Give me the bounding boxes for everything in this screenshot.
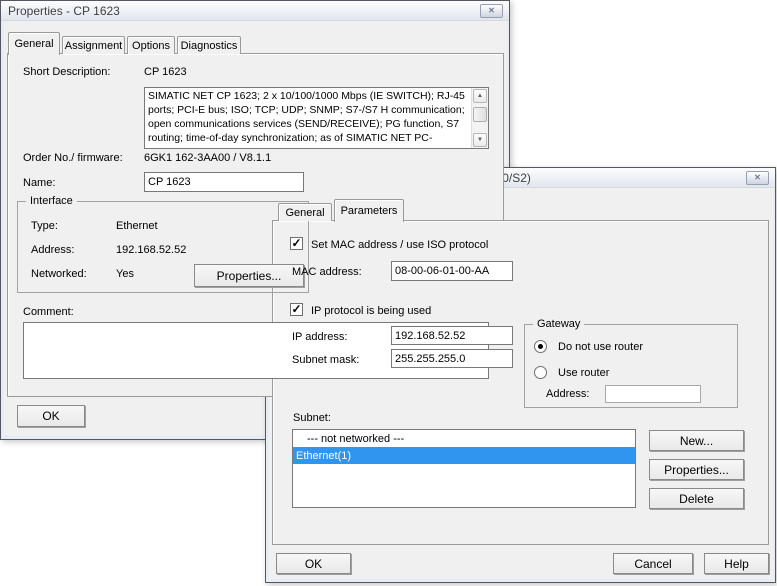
interface-type-value: Ethernet bbox=[116, 220, 158, 232]
subnet-mask-input[interactable]: 255.255.255.0 bbox=[391, 349, 513, 368]
tab-options[interactable]: Options bbox=[127, 36, 175, 54]
short-description-value: CP 1623 bbox=[144, 66, 187, 78]
tab-general[interactable]: General bbox=[278, 203, 332, 221]
comment-label: Comment: bbox=[23, 306, 74, 318]
mac-address-input[interactable]: 08-00-06-01-00-AA bbox=[391, 261, 513, 281]
order-label: Order No./ firmware: bbox=[23, 152, 123, 164]
order-value: 6GK1 162-3AA00 / V8.1.1 bbox=[144, 152, 271, 164]
tab-diagnostics[interactable]: Diagnostics bbox=[177, 36, 241, 54]
set-mac-checkbox[interactable]: ✓ bbox=[290, 237, 303, 250]
ip-protocol-checkbox[interactable]: ✓ bbox=[290, 303, 303, 316]
ok-button[interactable]: OK bbox=[17, 405, 85, 427]
interface-networked-value: Yes bbox=[116, 268, 134, 280]
set-mac-checkbox-label: Set MAC address / use ISO protocol bbox=[311, 239, 488, 251]
subnet-label: Subnet: bbox=[293, 412, 331, 424]
desktop: Properties - CP 1623 ✕ General Assignmen… bbox=[0, 0, 777, 586]
description-box[interactable]: SIMATIC NET CP 1623; 2 x 10/100/1000 Mbp… bbox=[144, 87, 489, 149]
tab-assignment[interactable]: Assignment bbox=[62, 36, 125, 54]
interface-address-value: 192.168.52.52 bbox=[116, 244, 186, 256]
new-button[interactable]: New... bbox=[649, 430, 744, 451]
cancel-button[interactable]: Cancel bbox=[613, 553, 693, 574]
gateway-group: Gateway Do not use router Use router Add… bbox=[524, 324, 738, 408]
mac-address-label: MAC address: bbox=[292, 266, 362, 278]
close-icon[interactable]: ✕ bbox=[480, 4, 503, 18]
use-router-radio[interactable] bbox=[534, 366, 547, 379]
ip-address-label: IP address: bbox=[292, 331, 347, 343]
scroll-thumb[interactable] bbox=[473, 107, 487, 122]
dialog-title: Properties - CP 1623 bbox=[1, 4, 120, 18]
do-not-use-router-radio[interactable] bbox=[534, 340, 547, 353]
tab-general[interactable]: General bbox=[8, 32, 60, 55]
interface-type-label: Type: bbox=[31, 220, 58, 232]
check-icon: ✓ bbox=[291, 238, 301, 248]
subnet-mask-label: Subnet mask: bbox=[292, 354, 359, 366]
interface-address-label: Address: bbox=[31, 244, 74, 256]
name-input[interactable]: CP 1623 bbox=[144, 172, 304, 192]
short-description-label: Short Description: bbox=[23, 66, 110, 78]
scroll-up-icon[interactable]: ▲ bbox=[473, 89, 487, 103]
interface-networked-label: Networked: bbox=[31, 268, 87, 280]
gateway-group-title: Gateway bbox=[533, 318, 584, 330]
help-button[interactable]: Help bbox=[704, 553, 769, 574]
ip-address-input[interactable]: 192.168.52.52 bbox=[391, 326, 513, 345]
properties-button[interactable]: Properties... bbox=[649, 459, 744, 480]
tab-parameters[interactable]: Parameters bbox=[334, 199, 404, 222]
interface-group-title: Interface bbox=[26, 195, 77, 207]
scroll-down-icon[interactable]: ▼ bbox=[473, 133, 487, 147]
ip-protocol-checkbox-label: IP protocol is being used bbox=[311, 305, 431, 317]
ok-button[interactable]: OK bbox=[276, 553, 351, 574]
list-item[interactable]: --- not networked --- bbox=[293, 430, 635, 447]
titlebar[interactable]: Properties - CP 1623 bbox=[1, 1, 509, 21]
name-label: Name: bbox=[23, 177, 55, 189]
check-icon: ✓ bbox=[291, 304, 301, 314]
description-scrollbar[interactable]: ▲ ▼ bbox=[471, 88, 488, 148]
interface-properties-button[interactable]: Properties... bbox=[194, 264, 304, 287]
subnet-listbox[interactable]: --- not networked --- Ethernet(1) bbox=[292, 429, 636, 508]
do-not-use-router-label: Do not use router bbox=[558, 341, 643, 353]
close-icon[interactable]: ✕ bbox=[746, 171, 769, 185]
list-item[interactable]: Ethernet(1) bbox=[293, 447, 635, 464]
router-address-input[interactable] bbox=[605, 385, 701, 403]
delete-button[interactable]: Delete bbox=[649, 488, 744, 509]
router-address-label: Address: bbox=[546, 388, 589, 400]
use-router-label: Use router bbox=[558, 367, 609, 379]
description-text: SIMATIC NET CP 1623; 2 x 10/100/1000 Mbp… bbox=[148, 89, 468, 147]
